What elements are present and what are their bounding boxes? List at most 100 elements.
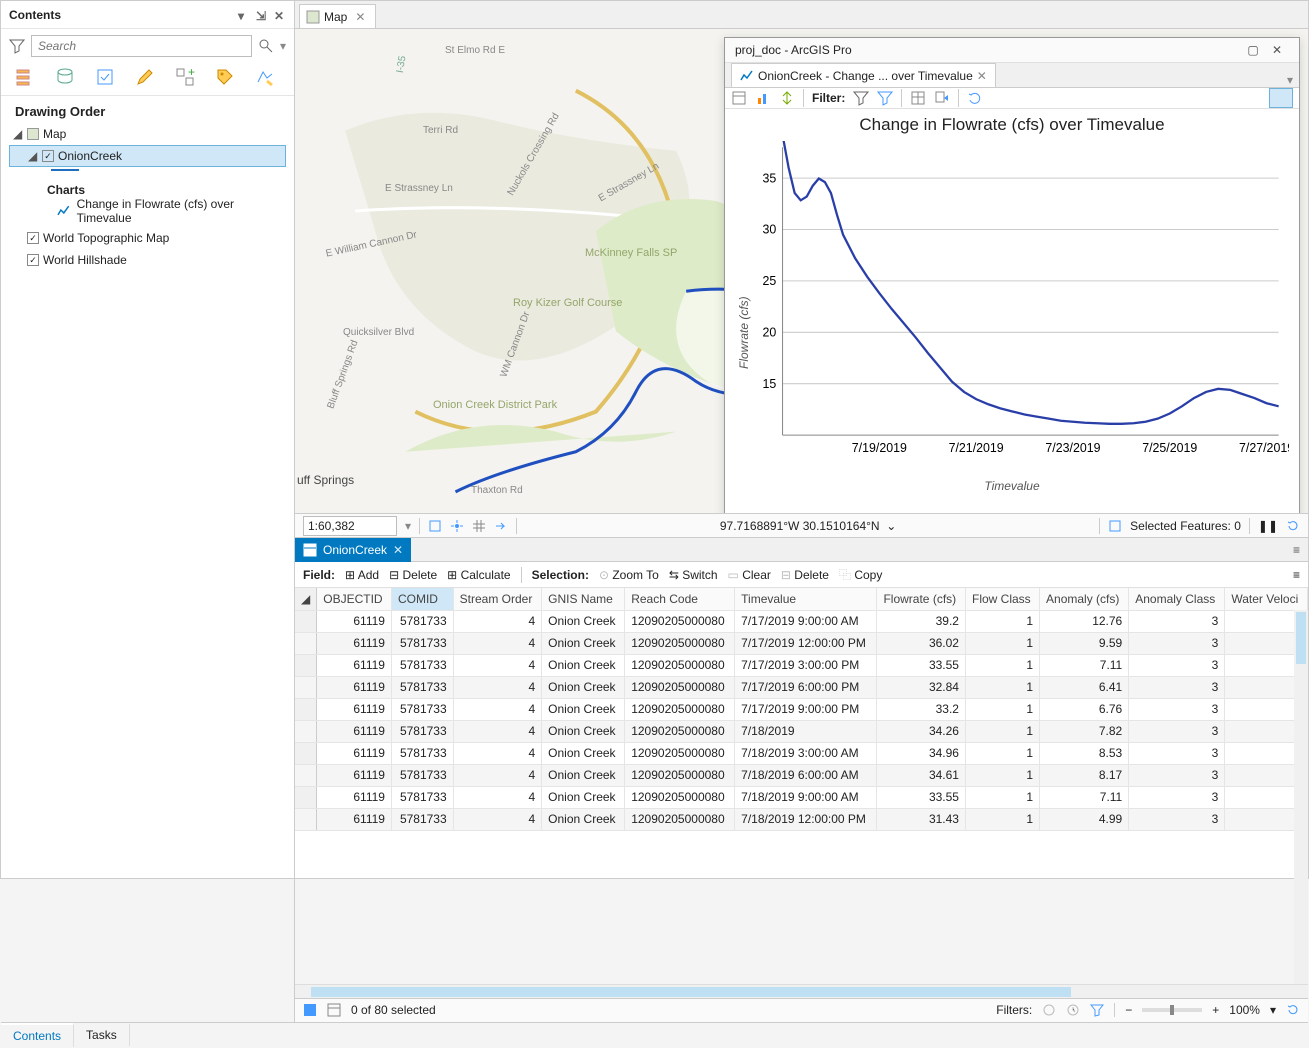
table-tab[interactable]: OnionCreek ✕ bbox=[295, 538, 411, 562]
constraint-icon[interactable] bbox=[428, 519, 442, 533]
table-icon[interactable] bbox=[910, 90, 926, 106]
caret-icon[interactable]: ◢ bbox=[13, 127, 23, 141]
map-view[interactable]: St Elmo Rd E Terri Rd E Strassney Ln E S… bbox=[295, 29, 1308, 513]
tree-layer-wtm[interactable]: ✓ World Topographic Map bbox=[9, 227, 286, 249]
close-icon[interactable]: ✕ bbox=[274, 9, 286, 21]
list-by-editing-icon[interactable] bbox=[135, 67, 155, 87]
attribute-table[interactable]: ◢OBJECTIDCOMIDStream OrderGNIS NameReach… bbox=[295, 588, 1308, 983]
table-row[interactable]: 6111957817334Onion Creek120902050000807/… bbox=[295, 808, 1308, 830]
table-row[interactable]: 6111957817334Onion Creek120902050000807/… bbox=[295, 698, 1308, 720]
column-header[interactable]: GNIS Name bbox=[542, 588, 625, 610]
axes-icon[interactable] bbox=[779, 90, 795, 106]
grid-icon[interactable] bbox=[472, 519, 486, 533]
chart-plot-area[interactable]: 15202530357/19/20197/21/20197/23/20197/2… bbox=[735, 141, 1289, 475]
search-icon[interactable] bbox=[258, 38, 274, 54]
checkbox[interactable]: ✓ bbox=[27, 254, 39, 266]
dropdown-icon[interactable]: ▾ bbox=[1287, 73, 1293, 87]
column-header[interactable]: Flow Class bbox=[965, 588, 1039, 610]
horizontal-scrollbar[interactable] bbox=[295, 984, 1308, 998]
tree-map-row[interactable]: ◢ Map bbox=[9, 123, 286, 145]
filter-selection-icon[interactable] bbox=[877, 90, 893, 106]
table-row[interactable]: 6111957817334Onion Creek120902050000807/… bbox=[295, 676, 1308, 698]
filter-icon[interactable] bbox=[9, 38, 25, 54]
column-header[interactable]: Anomaly (cfs) bbox=[1040, 588, 1129, 610]
chart-tab[interactable]: OnionCreek - Change ... over Timevalue ✕ bbox=[731, 63, 996, 87]
tree-layer-onioncreek[interactable]: ◢ ✓ OnionCreek bbox=[9, 145, 286, 167]
add-field-button[interactable]: ⊞ Add bbox=[345, 568, 379, 582]
switch-selection-button[interactable]: ⇆ Switch bbox=[669, 568, 718, 582]
refresh-icon[interactable] bbox=[1286, 519, 1300, 533]
zoom-dropdown-icon[interactable]: ▾ bbox=[1270, 1003, 1276, 1017]
close-icon[interactable]: ✕ bbox=[355, 10, 365, 24]
table-row[interactable]: 6111957817334Onion Creek120902050000807/… bbox=[295, 632, 1308, 654]
search-input[interactable] bbox=[31, 35, 252, 57]
delete-field-button[interactable]: ⊟ Delete bbox=[389, 568, 437, 582]
bottom-tab-contents[interactable]: Contents bbox=[1, 1023, 74, 1047]
table-row[interactable]: 6111957817334Onion Creek120902050000807/… bbox=[295, 654, 1308, 676]
scale-input[interactable] bbox=[303, 516, 397, 536]
chart-item-row[interactable]: Change in Flowrate (cfs) over Timevalue bbox=[9, 201, 286, 221]
table-row[interactable]: 6111957817334Onion Creek120902050000807/… bbox=[295, 742, 1308, 764]
table-row[interactable]: 6111957817334Onion Creek120902050000807/… bbox=[295, 764, 1308, 786]
close-icon[interactable]: ✕ bbox=[977, 69, 987, 83]
filter-time-icon[interactable] bbox=[1066, 1003, 1080, 1017]
column-header[interactable]: Water Veloci bbox=[1225, 588, 1308, 610]
clear-selection-button: ▭ Clear bbox=[728, 568, 771, 582]
chart-settings-icon[interactable] bbox=[755, 90, 771, 106]
list-by-snapping-icon[interactable]: + bbox=[175, 67, 195, 87]
checkbox[interactable]: ✓ bbox=[27, 232, 39, 244]
export-icon[interactable] bbox=[934, 90, 950, 106]
search-dropdown-icon[interactable]: ▾ bbox=[280, 39, 286, 53]
column-header[interactable]: Stream Order bbox=[453, 588, 542, 610]
map-label: McKinney Falls SP bbox=[585, 247, 677, 259]
bottom-tab-tasks[interactable]: Tasks bbox=[74, 1024, 130, 1046]
list-by-source-icon[interactable] bbox=[55, 67, 75, 87]
table-row[interactable]: 6111957817334Onion Creek120902050000807/… bbox=[295, 786, 1308, 808]
close-icon[interactable]: ✕ bbox=[393, 543, 403, 557]
filter-extent-icon[interactable] bbox=[1042, 1003, 1056, 1017]
wh-label: World Hillshade bbox=[43, 253, 127, 267]
vertical-scrollbar[interactable] bbox=[1294, 610, 1308, 983]
svg-text:35: 35 bbox=[763, 171, 777, 185]
column-header[interactable]: Anomaly Class bbox=[1129, 588, 1225, 610]
line-chart-icon bbox=[740, 70, 754, 82]
caret-icon[interactable]: ◢ bbox=[28, 149, 38, 163]
dropdown-icon[interactable]: ▾ bbox=[238, 9, 250, 21]
list-by-labeling-icon[interactable] bbox=[215, 67, 235, 87]
show-selected-icon[interactable] bbox=[327, 1003, 341, 1017]
pin-icon[interactable]: ⇲ bbox=[256, 9, 268, 21]
scale-dropdown-icon[interactable]: ▾ bbox=[405, 519, 411, 533]
refresh-icon[interactable] bbox=[1286, 1003, 1300, 1017]
zoom-in-button[interactable]: + bbox=[1212, 1003, 1219, 1017]
column-header[interactable]: OBJECTID bbox=[317, 588, 392, 610]
correction-icon[interactable] bbox=[494, 519, 508, 533]
column-header[interactable]: Reach Code bbox=[625, 588, 735, 610]
calculate-field-button[interactable]: ⊞ Calculate bbox=[447, 568, 510, 582]
table-row[interactable]: 6111957817334Onion Creek120902050000807/… bbox=[295, 610, 1308, 632]
rotate-icon[interactable] bbox=[967, 90, 983, 106]
delete-selection-button: ⊟ Delete bbox=[781, 568, 829, 582]
column-header[interactable]: Flowrate (cfs) bbox=[877, 588, 966, 610]
list-by-selection-icon[interactable] bbox=[95, 67, 115, 87]
table-options-icon[interactable]: ≡ bbox=[1293, 568, 1300, 582]
list-by-drawing-order-icon[interactable] bbox=[15, 67, 35, 87]
zoom-out-button[interactable]: − bbox=[1125, 1003, 1132, 1017]
zoom-slider[interactable] bbox=[1142, 1008, 1202, 1012]
table-row[interactable]: 6111957817334Onion Creek120902050000807/… bbox=[295, 720, 1308, 742]
properties-icon[interactable] bbox=[731, 90, 747, 106]
snapping-icon[interactable] bbox=[450, 519, 464, 533]
column-header[interactable]: COMID bbox=[391, 588, 453, 610]
column-header[interactable]: Timevalue bbox=[735, 588, 877, 610]
tree-layer-wh[interactable]: ✓ World Hillshade bbox=[9, 249, 286, 271]
table-menu-icon[interactable]: ≡ bbox=[1293, 543, 1300, 557]
filter-range-icon[interactable] bbox=[1090, 1003, 1104, 1017]
show-all-icon[interactable] bbox=[303, 1003, 317, 1017]
legend-toggle[interactable] bbox=[1269, 88, 1293, 108]
checkbox[interactable]: ✓ bbox=[42, 150, 54, 162]
filter-extent-icon[interactable] bbox=[853, 90, 869, 106]
pause-icon[interactable]: ❚❚ bbox=[1258, 519, 1278, 533]
list-by-perspective-icon[interactable] bbox=[255, 67, 275, 87]
map-tab[interactable]: Map ✕ bbox=[299, 4, 376, 28]
maximize-button[interactable]: ▢ bbox=[1241, 38, 1265, 62]
close-button[interactable]: ✕ bbox=[1265, 38, 1289, 62]
